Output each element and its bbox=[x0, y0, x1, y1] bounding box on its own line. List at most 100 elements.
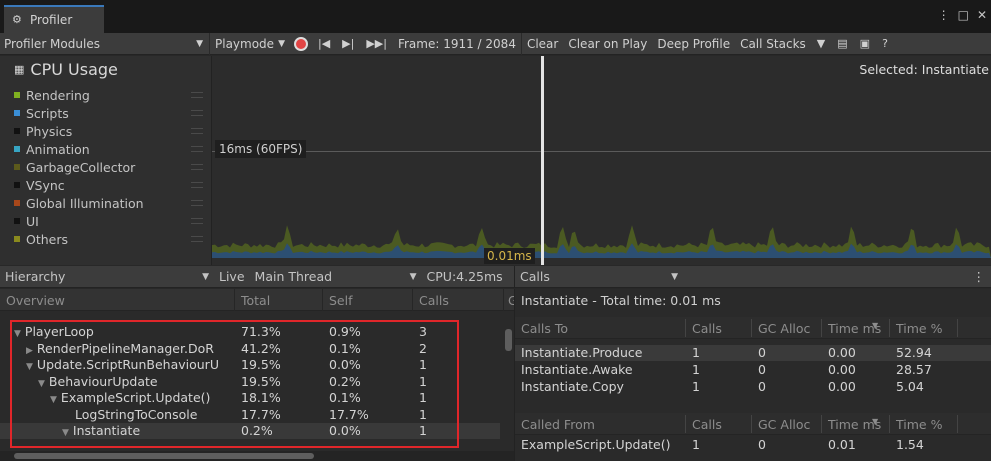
call-cell-time-pct: 1.54 bbox=[896, 437, 924, 452]
tree-row[interactable]: LogStringToConsole 17.7% 17.7% 1 bbox=[0, 407, 500, 423]
tree-row[interactable]: ▼ BehaviourUpdate 19.5% 0.2% 1 bbox=[0, 374, 500, 390]
legend-item[interactable]: Scripts bbox=[14, 104, 203, 122]
legend-item[interactable]: Animation bbox=[14, 140, 203, 158]
tree-cell-total: 19.5% bbox=[241, 357, 281, 372]
expand-down-icon[interactable]: ▼ bbox=[14, 329, 21, 339]
call-cell-calls: 1 bbox=[692, 379, 700, 394]
tree-cell-calls: 1 bbox=[419, 373, 427, 389]
maximize-icon[interactable]: □ bbox=[958, 8, 969, 22]
playmode-dropdown[interactable]: Playmode ▼ bbox=[210, 33, 290, 55]
calls-count-column-header[interactable]: Calls bbox=[692, 321, 722, 336]
legend-item[interactable]: Global Illumination bbox=[14, 194, 203, 212]
profiler-tab[interactable]: ⚙ Profiler bbox=[4, 5, 104, 33]
called-from-header: Called From Calls GC Alloc Time ms ▼ Tim… bbox=[515, 413, 991, 435]
live-toggle[interactable]: Live bbox=[214, 266, 250, 288]
call-cell-name: ExampleScript.Update() bbox=[521, 437, 671, 452]
legend-drag-handle[interactable] bbox=[191, 200, 203, 206]
expand-down-icon[interactable]: ▼ bbox=[38, 379, 45, 389]
hierarchy-toolbar: Hierarchy ▼ Live Main Thread ▼ CPU:4.25m… bbox=[0, 266, 514, 288]
legend-drag-handle[interactable] bbox=[191, 218, 203, 224]
call-cell-time-pct: 28.57 bbox=[896, 362, 932, 377]
legend-swatch bbox=[14, 110, 20, 116]
next-frame-icon[interactable]: ▶| bbox=[336, 37, 360, 50]
call-stacks-button[interactable]: Call Stacks bbox=[735, 33, 811, 55]
tree-cell-total: 17.7% bbox=[241, 406, 281, 422]
more-menu-icon[interactable]: ⋮ bbox=[938, 8, 950, 22]
tab-title: Profiler bbox=[30, 13, 73, 27]
tree-cell-self: 0.1% bbox=[329, 390, 361, 405]
tree-cell-calls: 2 bbox=[419, 340, 427, 356]
legend-label: GarbageCollector bbox=[26, 159, 136, 175]
call-stacks-label: Call Stacks bbox=[740, 36, 806, 51]
clear-on-play-label: Clear on Play bbox=[568, 36, 648, 51]
call-row[interactable]: Instantiate.Produce 1 0 0.00 52.94 bbox=[515, 345, 991, 361]
module-title-label: CPU Usage bbox=[30, 60, 118, 79]
legend-drag-handle[interactable] bbox=[191, 128, 203, 134]
call-row[interactable]: Instantiate.Awake 1 0 0.00 28.57 bbox=[515, 362, 991, 378]
time-pct-column-header[interactable]: Time % bbox=[896, 321, 942, 336]
record-button[interactable] bbox=[293, 36, 308, 51]
save-icon[interactable]: ▣ bbox=[854, 37, 876, 50]
legend-item[interactable]: Physics bbox=[14, 122, 203, 140]
load-icon[interactable]: ▤ bbox=[831, 37, 853, 50]
called-from-column-header[interactable]: Called From bbox=[521, 417, 595, 432]
legend-item[interactable]: GarbageCollector bbox=[14, 158, 203, 176]
close-icon[interactable]: ✕ bbox=[977, 8, 987, 22]
expand-down-icon[interactable]: ▼ bbox=[50, 395, 57, 405]
legend-label: Physics bbox=[26, 123, 73, 139]
expand-down-icon[interactable]: ▼ bbox=[26, 362, 33, 372]
tree-row[interactable]: ▼ PlayerLoop 71.3% 0.9% 3 bbox=[0, 324, 500, 340]
total-column-header[interactable]: Total bbox=[241, 293, 270, 308]
gc-alloc-column-header[interactable]: GC Alloc bbox=[758, 417, 810, 432]
legend-drag-handle[interactable] bbox=[191, 182, 203, 188]
scrollbar-thumb[interactable] bbox=[14, 453, 314, 459]
hierarchy-tree: Overview Total Self Calls G ▼ PlayerLoop 7… bbox=[0, 289, 514, 451]
call-row[interactable]: ExampleScript.Update() 1 0 0.01 1.54 bbox=[515, 437, 991, 453]
legend-drag-handle[interactable] bbox=[191, 164, 203, 170]
deep-profile-button[interactable]: Deep Profile bbox=[652, 33, 735, 55]
legend-drag-handle[interactable] bbox=[191, 146, 203, 152]
expand-right-icon[interactable]: ▶ bbox=[26, 346, 33, 356]
time-pct-column-header[interactable]: Time % bbox=[896, 417, 942, 432]
cpu-usage-chart[interactable]: 16ms (60FPS) 0.01ms Selected: Instantiat… bbox=[212, 56, 991, 265]
tree-row-name: ▶ RenderPipelineManager.DoR bbox=[26, 341, 234, 356]
self-column-header[interactable]: Self bbox=[329, 293, 353, 308]
call-row[interactable]: Instantiate.Copy 1 0 0.00 5.04 bbox=[515, 379, 991, 395]
tree-vertical-scrollbar[interactable] bbox=[503, 311, 514, 451]
clear-button[interactable]: Clear bbox=[522, 33, 563, 55]
first-frame-icon[interactable]: |◀ bbox=[312, 37, 336, 50]
frame-cursor[interactable] bbox=[541, 56, 544, 265]
scrollbar-thumb[interactable] bbox=[505, 329, 512, 351]
legend-item[interactable]: Rendering bbox=[14, 86, 203, 104]
legend-drag-handle[interactable] bbox=[191, 92, 203, 98]
legend-item[interactable]: Others bbox=[14, 230, 203, 248]
view-mode-dropdown[interactable]: Hierarchy ▼ bbox=[0, 266, 214, 288]
help-icon[interactable]: ? bbox=[876, 37, 894, 50]
calls-dropdown[interactable]: Calls ▼ bbox=[515, 266, 683, 288]
expand-down-icon[interactable]: ▼ bbox=[62, 428, 69, 438]
profiler-icon: ⚙ bbox=[12, 13, 22, 26]
clear-on-play-button[interactable]: Clear on Play bbox=[563, 33, 652, 55]
tree-horizontal-scrollbar[interactable] bbox=[0, 451, 514, 461]
legend-drag-handle[interactable] bbox=[191, 110, 203, 116]
gc-alloc-column-header[interactable]: GC Alloc bbox=[758, 321, 810, 336]
tree-row[interactable]: ▶ RenderPipelineManager.DoR 41.2% 0.1% 2 bbox=[0, 341, 500, 357]
tree-row[interactable]: ▼ ExampleScript.Update() 18.1% 0.1% 1 bbox=[0, 390, 500, 406]
call-cell-gc: 0 bbox=[758, 437, 766, 452]
call-stacks-dropdown-icon[interactable]: ▼ bbox=[811, 37, 831, 50]
calls-count-column-header[interactable]: Calls bbox=[692, 417, 722, 432]
tree-cell-calls: 3 bbox=[419, 324, 427, 339]
calls-column-header[interactable]: Calls bbox=[419, 293, 449, 308]
calls-to-column-header[interactable]: Calls To bbox=[521, 321, 568, 336]
profiler-modules-dropdown[interactable]: Profiler Modules ▼ bbox=[0, 32, 210, 55]
legend-swatch bbox=[14, 164, 20, 170]
last-frame-icon[interactable]: ▶▶| bbox=[360, 37, 393, 50]
tree-row[interactable]: ▼ Instantiate 0.2% 0.0% 1 bbox=[0, 423, 500, 439]
overview-column-header[interactable]: Overview bbox=[6, 293, 65, 308]
thread-dropdown[interactable]: Main Thread ▼ bbox=[250, 266, 422, 288]
legend-item[interactable]: VSync bbox=[14, 176, 203, 194]
legend-drag-handle[interactable] bbox=[191, 236, 203, 242]
legend-item[interactable]: UI bbox=[14, 212, 203, 230]
more-options-icon[interactable]: ⋮ bbox=[973, 269, 986, 284]
tree-row[interactable]: ▼ Update.ScriptRunBehaviourU 19.5% 0.0% 1 bbox=[0, 357, 500, 373]
